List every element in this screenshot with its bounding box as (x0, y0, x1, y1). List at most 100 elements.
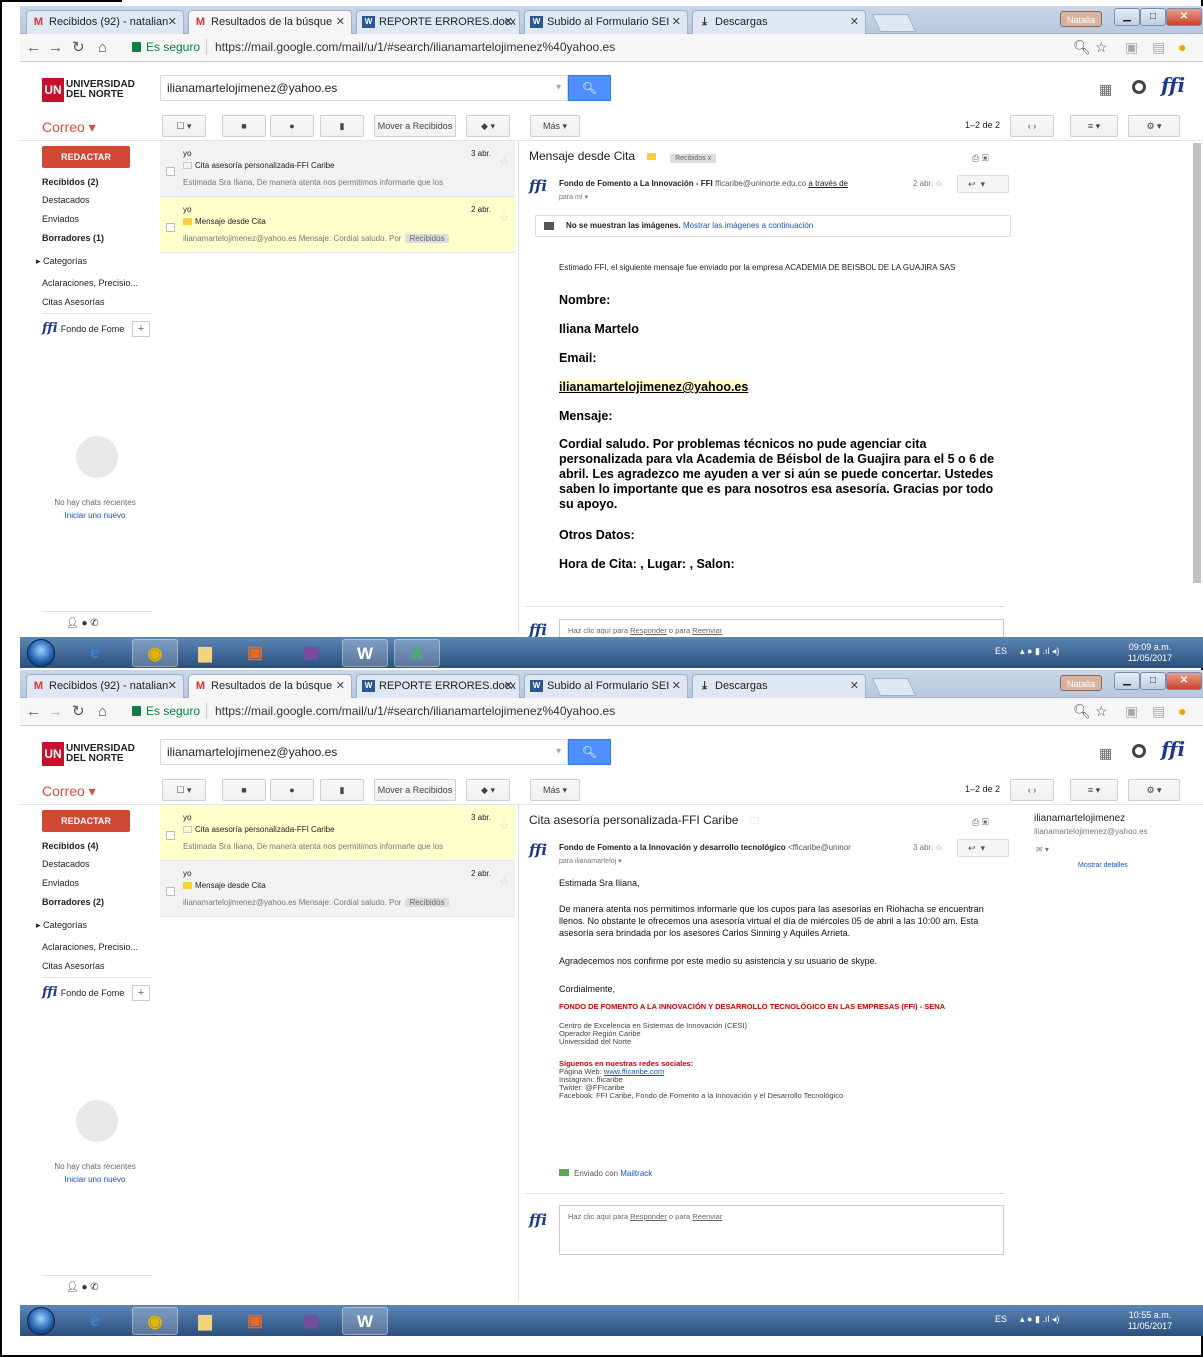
more-button[interactable]: Más ▾ (530, 779, 580, 801)
profile-button[interactable]: Natalia (1060, 675, 1103, 691)
uninorte-logo[interactable]: UN UNIVERSIDAD DEL NORTE (42, 78, 142, 102)
taskbar-clock[interactable]: 10:55 a.m. 11/05/2017 (1120, 1310, 1180, 1332)
search-input[interactable]: ilianamartelojimenez@yahoo.es ▾ (160, 739, 568, 765)
tab-reporte-errores[interactable]: W REPORTE ERRORES.docx ✕ (356, 674, 520, 698)
media-player-icon[interactable]: ▣ (232, 1307, 278, 1335)
add-hangout-button[interactable]: + (132, 985, 150, 1001)
tray-icons[interactable]: ▴ ● ▮ .ıl ◂) (1020, 646, 1059, 657)
profile-button[interactable]: Natalia (1060, 11, 1103, 27)
star-icon[interactable]: ☆ (499, 155, 509, 168)
correo-menu[interactable]: Correo ▾ (42, 119, 96, 136)
reply-box[interactable]: Haz clic aquí para Responder o para Reen… (559, 1205, 1004, 1255)
settings-gear-button[interactable]: ⚙ ▾ (1128, 779, 1180, 801)
close-window-button[interactable]: ✕ (1166, 672, 1202, 690)
uninorte-logo[interactable]: UN UNIVERSIDAD DEL NORTE (42, 742, 142, 766)
start-new-chat-link[interactable]: Iniciar uno nuevo (20, 1175, 170, 1184)
importance-marker-icon[interactable] (750, 817, 760, 825)
message-row-selected[interactable]: yo 3 abr. ☆ Cita asesoría personalizada-… (160, 805, 515, 861)
tab-subido-formulario[interactable]: W Subido al Formulario SEI ✕ (524, 674, 688, 698)
reply-button[interactable]: ↩ ▾ (957, 839, 1009, 857)
close-tab-icon[interactable]: ✕ (672, 675, 681, 697)
language-indicator[interactable]: ES (995, 1314, 1007, 1324)
move-to-inbox-button[interactable]: Mover a Recibidos (374, 779, 456, 801)
star-icon[interactable]: ☆ (499, 819, 509, 832)
show-images-link[interactable]: Mostrar las imágenes a continuación (683, 221, 813, 230)
apps-grid-icon[interactable]: ▦ (1099, 81, 1112, 98)
ffi-avatar-logo[interactable]: ffi (1161, 737, 1185, 761)
close-tab-icon[interactable]: ✕ (168, 11, 177, 33)
close-tab-icon[interactable]: ✕ (336, 675, 345, 697)
chrome-icon[interactable]: ◉ (132, 1307, 178, 1335)
tab-search-results[interactable]: M Resultados de la búsque ✕ (188, 10, 352, 35)
close-tab-icon[interactable]: ✕ (850, 675, 859, 697)
spam-button[interactable]: ● (270, 115, 314, 137)
nav-aclaraciones[interactable]: Aclaraciones, Precisio... (42, 942, 138, 952)
email-link[interactable]: ilianamartelojimenez@yahoo.es (559, 380, 749, 394)
bookmark-star-icon[interactable]: ☆ (1095, 39, 1108, 56)
search-button[interactable]: 🔍︎ (568, 75, 611, 101)
message-row[interactable]: yo 3 abr. ☆ Cita asesoría personalizada-… (160, 141, 515, 197)
chevron-down-icon[interactable]: ▾ (556, 76, 561, 100)
minimize-button[interactable]: ▁ (1114, 672, 1140, 690)
nav-destacados[interactable]: Destacados (42, 859, 90, 869)
word-taskbar-icon[interactable]: W (342, 639, 388, 667)
density-button[interactable]: ≡ ▾ (1070, 779, 1118, 801)
home-icon[interactable]: ⌂ (98, 39, 107, 56)
close-tab-icon[interactable]: ✕ (168, 675, 177, 697)
archive-button[interactable]: ■ (222, 779, 266, 801)
chat-mode-icons[interactable]: 👤︎ ● ✆ (66, 1282, 99, 1293)
nav-citas-asesorias[interactable]: Citas Asesorías (42, 961, 105, 971)
reply-link[interactable]: Responder (630, 626, 667, 635)
star-icon[interactable]: ☆ (499, 211, 509, 224)
scrollbar[interactable] (1193, 143, 1201, 583)
search-button[interactable]: 🔍︎ (568, 739, 611, 765)
media-player-icon[interactable]: ▣ (232, 639, 278, 667)
nav-enviados[interactable]: Enviados (42, 214, 79, 224)
tab-descargas[interactable]: ⤓ Descargas ✕ (692, 10, 866, 34)
nav-categorias[interactable]: ▸ Categorías (36, 256, 87, 267)
mail-icon[interactable]: ✉ ▾ (1036, 845, 1049, 854)
tab-descargas[interactable]: ⤓ Descargas ✕ (692, 674, 866, 698)
reload-icon[interactable]: ↻ (72, 703, 85, 720)
archive-button[interactable]: ■ (222, 115, 266, 137)
correo-menu[interactable]: Correo ▾ (42, 783, 96, 800)
show-details-link[interactable]: Mostrar detalles (1078, 862, 1128, 869)
apps-grid-icon[interactable]: ▦ (1099, 745, 1112, 762)
label-button[interactable]: ◆ ▾ (466, 115, 510, 137)
extension-icon[interactable]: ▤ (1152, 39, 1165, 56)
tab-inbox[interactable]: M Recibidos (92) - natalian ✕ (26, 10, 184, 34)
notifications-icon[interactable] (1132, 744, 1146, 758)
settings-gear-button[interactable]: ⚙ ▾ (1128, 115, 1180, 137)
back-arrow-icon[interactable]: ← (26, 39, 41, 56)
forward-arrow-icon[interactable]: → (48, 703, 63, 720)
hangout-contact[interactable]: ffi Fondo de Fome (42, 985, 124, 1000)
chat-mode-icons[interactable]: 👤︎ ● ✆ (66, 618, 99, 629)
message-row[interactable]: yo 2 abr. ☆ Mensaje desde Cita ilianamar… (160, 861, 515, 917)
recipient-line[interactable]: para mí ▾ (559, 193, 588, 201)
pagination-button[interactable]: ‹ › (1010, 779, 1054, 801)
start-new-chat-link[interactable]: Iniciar uno nuevo (20, 511, 170, 520)
ffi-avatar-logo[interactable]: ffi (1161, 73, 1185, 97)
alert-icon[interactable]: ● (1178, 703, 1186, 719)
nav-recibidos[interactable]: Recibidos (2) (42, 177, 99, 187)
nav-borradores[interactable]: Borradores (1) (42, 233, 104, 243)
word-taskbar-icon[interactable]: W (342, 1307, 388, 1335)
ie-icon[interactable]: e (72, 639, 118, 667)
chevron-down-icon[interactable]: ▾ (556, 740, 561, 764)
maximize-button[interactable]: □ (1140, 8, 1166, 26)
close-tab-icon[interactable]: ✕ (504, 11, 513, 33)
tab-search-results[interactable]: M Resultados de la búsque ✕ (188, 674, 352, 699)
zoom-icon[interactable]: 🔍︎ (1073, 39, 1091, 56)
nav-recibidos[interactable]: Recibidos (4) (42, 841, 99, 851)
label-button[interactable]: ◆ ▾ (466, 779, 510, 801)
tab-subido-formulario[interactable]: W Subido al Formulario SEI ✕ (524, 10, 688, 34)
move-to-inbox-button[interactable]: Mover a Recibidos (374, 115, 456, 137)
close-tab-icon[interactable]: ✕ (504, 675, 513, 697)
spam-button[interactable]: ● (270, 779, 314, 801)
url-field[interactable]: https://mail.google.com/mail/u/1/#search… (215, 704, 615, 718)
forward-arrow-icon[interactable]: → (48, 39, 63, 56)
nav-aclaraciones[interactable]: Aclaraciones, Precisio... (42, 278, 138, 288)
select-checkbox-button[interactable]: ☐ ▾ (162, 779, 206, 801)
forward-link[interactable]: Reenviar (692, 1212, 722, 1221)
close-tab-icon[interactable]: ✕ (850, 11, 859, 33)
